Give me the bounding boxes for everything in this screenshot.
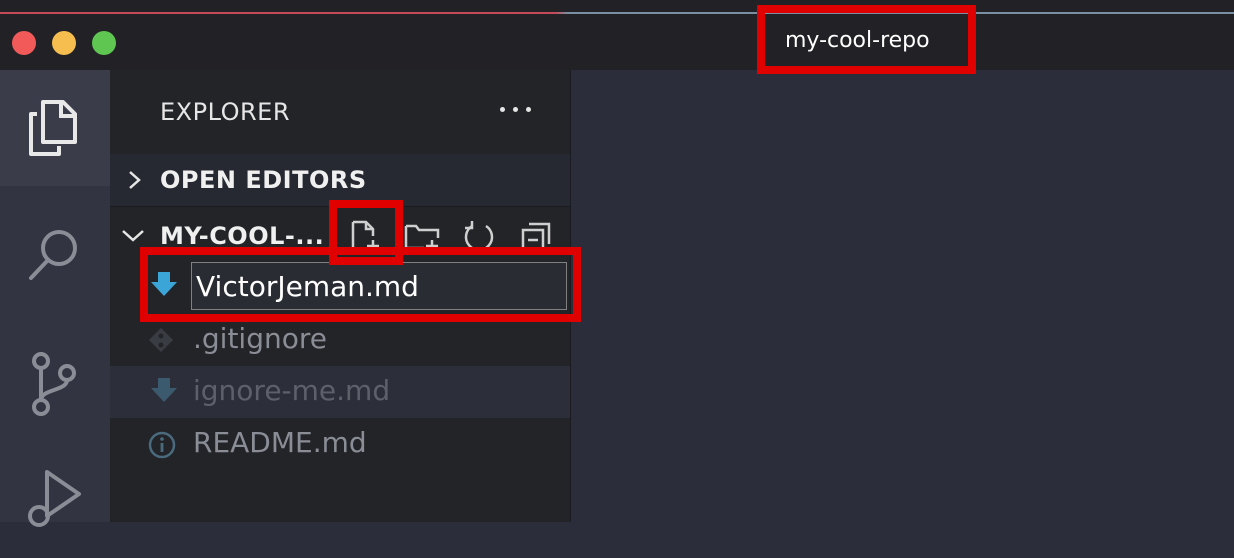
activity-bar bbox=[0, 70, 110, 527]
explorer-title: EXPLORER bbox=[160, 98, 290, 126]
open-editors-label: OPEN EDITORS bbox=[160, 166, 367, 194]
file-name: README.md bbox=[193, 426, 367, 459]
git-icon bbox=[149, 328, 173, 352]
search-icon bbox=[29, 230, 77, 280]
chevron-right-icon bbox=[129, 171, 141, 189]
activity-explorer[interactable] bbox=[0, 70, 110, 186]
info-icon bbox=[148, 431, 176, 459]
source-control-icon bbox=[32, 352, 76, 416]
editor-area[interactable] bbox=[571, 70, 1234, 522]
activity-search[interactable] bbox=[0, 200, 110, 316]
title-bar-accent-line bbox=[0, 12, 1234, 14]
file-name: .gitignore bbox=[193, 322, 327, 355]
file-row-readme[interactable]: README.md bbox=[110, 418, 570, 470]
chevron-down-icon bbox=[122, 230, 144, 242]
title-highlight-box bbox=[757, 5, 976, 74]
file-name: ignore-me.md bbox=[193, 374, 391, 407]
more-actions-button[interactable] bbox=[498, 94, 534, 124]
run-debug-icon bbox=[28, 470, 81, 527]
activity-run-debug[interactable] bbox=[0, 442, 110, 558]
minimize-window-button[interactable] bbox=[52, 31, 76, 55]
maximize-window-button[interactable] bbox=[92, 31, 116, 55]
repo-label: MY-COOL-... bbox=[160, 222, 325, 250]
activity-source-control[interactable] bbox=[0, 325, 110, 441]
files-icon bbox=[29, 100, 77, 156]
markdown-icon bbox=[151, 378, 177, 402]
rename-highlight-box bbox=[140, 247, 581, 322]
title-bar: my-cool-repo bbox=[0, 0, 1234, 70]
close-window-button[interactable] bbox=[12, 31, 36, 55]
file-row-ignore-me[interactable]: ignore-me.md bbox=[110, 366, 570, 418]
